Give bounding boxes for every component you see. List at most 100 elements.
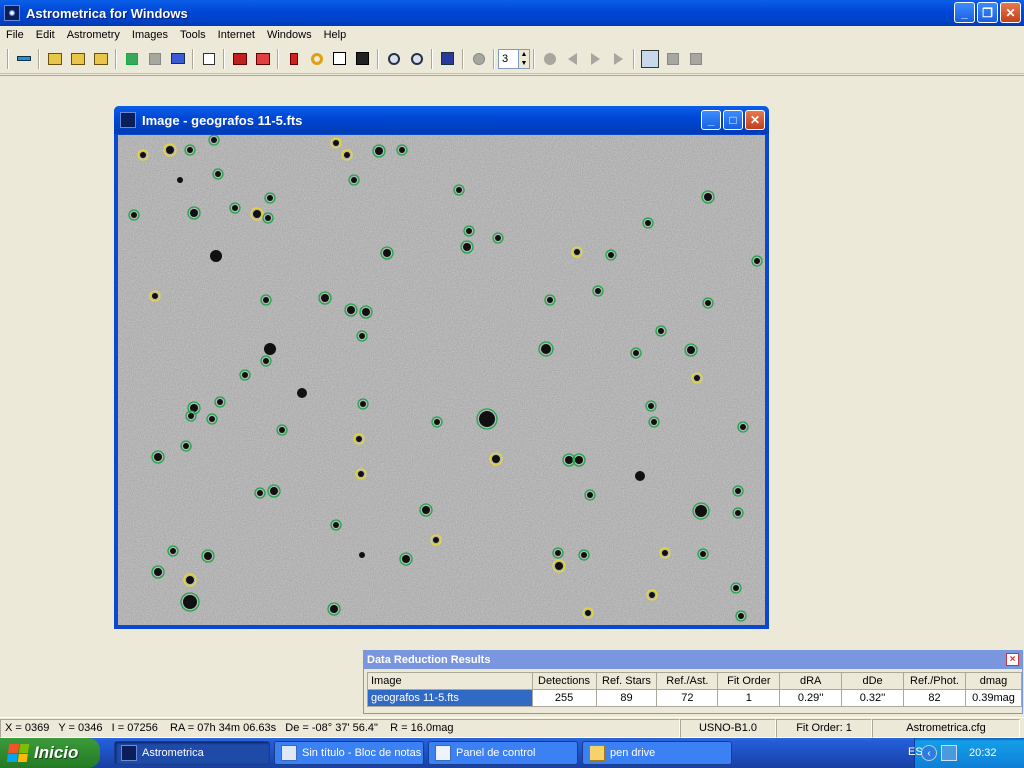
col-header[interactable]: Ref./Ast. [656,672,719,690]
menu-internet[interactable]: Internet [212,29,261,41]
menu-tools[interactable]: Tools [174,29,212,41]
step-back-button[interactable] [562,48,584,70]
star[interactable] [581,552,587,558]
star[interactable] [383,249,391,257]
star[interactable] [733,585,739,591]
image-close-button[interactable]: ✕ [745,110,765,130]
star[interactable] [456,187,462,193]
col-header[interactable]: dRA [779,672,843,690]
zoom-out-button[interactable] [406,48,428,70]
star[interactable] [587,492,593,498]
col-header[interactable]: Ref./Phot. [903,672,966,690]
star[interactable] [253,210,261,218]
star[interactable] [360,401,366,407]
star[interactable] [648,403,654,409]
star[interactable] [700,551,706,557]
star[interactable] [170,548,176,554]
star[interactable] [705,300,711,306]
star[interactable] [754,258,760,264]
star[interactable] [242,372,248,378]
star[interactable] [422,506,430,514]
spinner-arrows[interactable]: ▲ ▼ [518,49,529,68]
star[interactable] [154,568,162,576]
menu-help[interactable]: Help [318,29,353,41]
star[interactable] [687,346,695,354]
menu-edit[interactable]: Edit [30,29,61,41]
magnify-button[interactable] [639,48,661,70]
star[interactable] [347,306,355,314]
main-titlebar[interactable]: Astrometrica for Windows _ ❐ ✕ [0,0,1024,26]
star[interactable] [658,328,664,334]
col-header[interactable]: dmag [964,672,1023,690]
sky-image-frame[interactable] [118,135,765,625]
close-button[interactable]: ✕ [1000,2,1021,23]
star[interactable] [547,297,553,303]
star[interactable] [608,252,614,258]
star[interactable] [257,490,263,496]
table-cell[interactable]: geografos 11-5.fts [367,689,533,707]
star[interactable] [279,427,285,433]
image-window[interactable]: Image - geografos 11-5.fts _ □ ✕ [114,106,769,629]
star[interactable] [188,413,194,419]
star[interactable] [574,249,580,255]
table-cell[interactable]: 255 [531,689,597,707]
start-button[interactable]: Inicio [0,738,100,768]
star[interactable] [215,171,221,177]
moving-object-button[interactable] [468,48,490,70]
star[interactable] [541,344,551,354]
connect-button[interactable] [13,48,35,70]
star[interactable] [152,293,158,299]
star[interactable] [183,443,189,449]
star[interactable] [209,416,215,422]
play-button[interactable] [608,48,630,70]
star[interactable] [344,152,350,158]
star[interactable] [351,177,357,183]
table-cell[interactable]: 0.29'' [779,689,843,707]
remove-red-button[interactable] [229,48,251,70]
table-cell[interactable]: 0.32'' [841,689,904,707]
star[interactable] [232,205,238,211]
task-control-panel[interactable]: Panel de control [428,741,578,765]
restore-button[interactable]: ❐ [977,2,998,23]
data-reduction-window[interactable]: Data Reduction Results × Image Detection… [363,650,1023,714]
star[interactable] [704,193,712,201]
star[interactable] [333,522,339,528]
star[interactable] [633,350,639,356]
star[interactable] [375,147,383,155]
col-header[interactable]: Ref. Stars [595,672,658,690]
image-window-icon[interactable] [120,112,136,128]
star[interactable] [399,147,405,153]
star[interactable] [362,308,370,316]
play-dot-button[interactable] [539,48,561,70]
add-grey-button[interactable] [144,48,166,70]
star[interactable] [330,605,338,613]
star[interactable] [267,195,273,201]
col-header[interactable]: Fit Order [717,672,781,690]
data-reduction-close-button[interactable]: × [1006,653,1019,666]
frame-number-spinner[interactable]: 3 ▲ ▼ [498,48,530,69]
star[interactable] [585,610,591,616]
star[interactable] [154,453,162,461]
star[interactable] [359,333,365,339]
star[interactable] [740,424,746,430]
star[interactable] [217,399,223,405]
star[interactable] [433,537,439,543]
clock[interactable]: 20:32 [969,747,997,759]
star[interactable] [210,250,222,262]
star[interactable] [466,228,472,234]
open-folder-button[interactable] [67,48,89,70]
ring-button[interactable] [306,48,328,70]
star[interactable] [555,550,561,556]
star[interactable] [204,552,212,560]
language-indicator[interactable]: ES [908,746,923,758]
star[interactable] [190,209,198,217]
star[interactable] [575,456,583,464]
star[interactable] [270,487,278,495]
minimize-button[interactable]: _ [954,2,975,23]
star[interactable] [140,152,146,158]
star[interactable] [321,294,329,302]
star[interactable] [187,147,193,153]
star[interactable] [265,215,271,221]
star[interactable] [177,177,183,183]
menu-windows[interactable]: Windows [261,29,318,41]
